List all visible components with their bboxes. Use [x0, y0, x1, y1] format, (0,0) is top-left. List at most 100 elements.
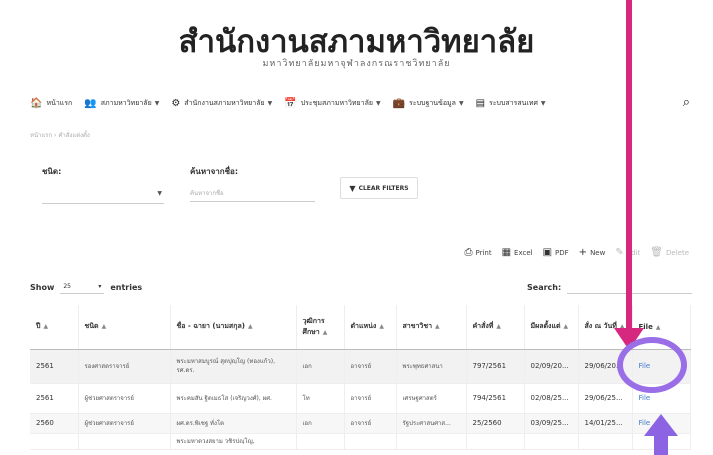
nav-item-council[interactable]: 👥 สภามหาวิทยาลัย ▼	[84, 98, 159, 109]
cell-position: อาจารย์	[344, 383, 397, 414]
table-row[interactable]: 2560 ผู้ช่วยศาสตราจารย์ ผศ.ดร.พิเชฐ ทั่ง…	[30, 413, 691, 434]
page-length-select[interactable]: 25 ▾	[60, 280, 105, 294]
chevron-down-icon: ▾	[98, 283, 102, 290]
header-label: ชื่อ - ฉายา (นามสกุล)	[176, 322, 245, 331]
cell-field	[396, 433, 467, 450]
chevron-down-icon: ▼	[267, 99, 273, 107]
sort-icon: ▲	[496, 323, 502, 331]
table-row[interactable]: 2561 ผู้ช่วยศาสตราจารย์ พระคมสัน ฐิตเมธโ…	[30, 383, 691, 414]
appointments-table: ปี ▲ ชนิด ▲ ชื่อ - ฉายา (นามสกุล) ▲ วุฒิการ…	[30, 305, 691, 450]
nav-item-database[interactable]: 💼 ระบบฐานข้อมูล ▼	[393, 98, 464, 109]
nav-item-information[interactable]: ▤ ระบบสารสนเทศ ▼	[476, 98, 546, 109]
cell-effective-date	[524, 433, 579, 450]
cell-order-date	[578, 433, 633, 450]
column-header-field[interactable]: สาขาวิชา ▲	[396, 305, 467, 350]
cell-degree: โท	[296, 383, 345, 414]
nav-item-meetings[interactable]: 📅 ประชุมสภามหาวิทยาลัย ▼	[284, 98, 380, 109]
column-header-name[interactable]: ชื่อ - ฉายา (นามสกุล) ▲	[170, 305, 297, 350]
table-search-control: Search:	[527, 280, 693, 294]
new-label: New	[590, 248, 606, 257]
excel-button[interactable]: ▦ Excel	[502, 247, 533, 258]
pencil-icon: ✎	[615, 247, 624, 258]
sort-icon: ▲	[101, 323, 107, 331]
name-search-input[interactable]: ค้นหาจากชื่อ	[190, 186, 315, 202]
excel-label: Excel	[514, 248, 533, 257]
excel-icon: ▦	[501, 247, 512, 258]
column-header-type[interactable]: ชนิด ▲	[78, 305, 171, 350]
cell-effective-date: 02/08/25...	[524, 383, 579, 414]
header-label: วุฒิการศึกษา	[302, 316, 325, 336]
show-label: Show	[30, 282, 55, 292]
pdf-button[interactable]: ▣ PDF	[543, 247, 569, 258]
cell-position: อาจารย์	[344, 349, 397, 384]
briefcase-icon: 💼	[392, 97, 406, 109]
column-header-year[interactable]: ปี ▲	[30, 305, 79, 350]
file-link[interactable]: File	[639, 394, 651, 402]
nav-item-home[interactable]: 🏠 หน้าแรก	[30, 98, 72, 109]
cell-degree: เอก	[296, 413, 345, 434]
nav-item-label: ประชุมสภามหาวิทยาลัย	[300, 98, 373, 107]
gear-icon: ⚙	[171, 97, 181, 109]
cell-order-no: 794/2561	[466, 383, 525, 414]
header-label: ตำแหน่ง	[350, 322, 377, 331]
cell-field: รัฐประศาสนศาส...	[396, 413, 467, 434]
table-row[interactable]: พระมหาดวงสยาม วชิรปญฺโญ,	[30, 433, 691, 450]
cell-field: พระพุทธศาสนา	[396, 349, 467, 384]
chevron-down-icon: ▼	[157, 190, 162, 197]
sort-icon: ▲	[435, 323, 440, 331]
entries-label: entries	[110, 282, 143, 292]
column-header-effective-date[interactable]: มีผลตั้งแต่ ▲	[524, 305, 579, 350]
sort-icon: ▲	[563, 323, 569, 331]
search-icon[interactable]: ⌕	[683, 95, 690, 110]
cell-type: ผู้ช่วยศาสตราจารย์	[78, 383, 171, 414]
sort-icon: ▲	[322, 328, 328, 336]
main-nav: 🏠 หน้าแรก 👥 สภามหาวิทยาลัย ▼ ⚙ สำนักงานส…	[30, 93, 690, 113]
header-label: สาขาวิชา	[402, 322, 433, 331]
cell-type	[78, 433, 171, 450]
chevron-down-icon: ▼	[375, 99, 381, 107]
page-length-control: Show 25 ▾ entries	[30, 280, 142, 294]
print-button[interactable]: ⎙ Print	[464, 247, 491, 258]
up-arrow-head	[644, 414, 678, 436]
sort-icon: ▲	[655, 323, 661, 331]
column-header-order-no[interactable]: คำสั่งที่ ▲	[466, 305, 525, 350]
chevron-down-icon: ▼	[540, 99, 546, 107]
up-arrow-shaft	[654, 434, 668, 455]
cell-order-date: 14/01/25...	[578, 413, 633, 434]
calendar-icon: 📅	[284, 97, 297, 109]
clear-filters-button[interactable]: ▼ CLEAR FILTERS	[340, 177, 418, 199]
cell-effective-date: 02/09/20...	[524, 349, 579, 384]
cell-type: ผู้ช่วยศาสตราจารย์	[78, 413, 171, 434]
delete-button[interactable]: 🗑 Delete	[650, 247, 689, 258]
site-subtitle: มหาวิทยาลัยมหาจุฬาลงกรณราชวิทยาลัย	[262, 59, 451, 69]
cell-year: 2560	[30, 413, 79, 434]
table-toolbar: ⎙ Print ▦ Excel ▣ PDF + New ✎ Edit 🗑 Del…	[454, 247, 689, 258]
column-header-degree[interactable]: วุฒิการศึกษา ▲	[296, 305, 345, 350]
pointer-arrow-shaft	[626, 0, 632, 330]
nav-item-label: สภามหาวิทยาลัย	[100, 98, 152, 107]
clear-filters-label: CLEAR FILTERS	[358, 184, 409, 192]
site-header: สำนักงานสภามหาวิทยาลัย มหาวิทยาลัยมหาจุฬ…	[0, 0, 713, 86]
highlight-circle	[617, 337, 687, 393]
sort-icon: ▲	[247, 323, 253, 331]
cell-year: 2561	[30, 383, 79, 414]
column-header-position[interactable]: ตำแหน่ง ▲	[344, 305, 397, 350]
breadcrumb[interactable]: หน้าแรก › คำสั่งแต่งตั้ง	[30, 130, 90, 140]
nav-item-council-office[interactable]: ⚙ สำนักงานสภามหาวิทยาลัย ▼	[171, 98, 272, 109]
cell-effective-date: 03/09/25...	[524, 413, 579, 434]
trash-icon: 🗑	[650, 247, 663, 258]
new-button[interactable]: + New	[579, 247, 606, 258]
type-filter-label: ชนิด:	[42, 167, 62, 176]
plus-icon: +	[578, 247, 588, 258]
home-icon: 🏠	[30, 97, 43, 109]
cell-year: 2561	[30, 349, 79, 384]
header-label: สั่ง ณ วันที่	[584, 322, 617, 331]
type-filter-select[interactable]: ▼	[42, 182, 164, 204]
nav-item-label: หน้าแรก	[46, 98, 73, 107]
cell-name: พระมหาดวงสยาม วชิรปญฺโญ,	[170, 433, 297, 450]
table-row[interactable]: 2561 รองศาสตราจารย์ พระมหาสมบูรณ์ สุตปุญ…	[30, 349, 691, 384]
chevron-down-icon: ▼	[458, 99, 464, 107]
printer-icon: ⎙	[464, 247, 473, 258]
cell-name: พระมหาสมบูรณ์ สุตปุญฺโญ (ทองแก้ว), รศ.ดร…	[170, 349, 297, 384]
cell-position	[344, 433, 397, 450]
